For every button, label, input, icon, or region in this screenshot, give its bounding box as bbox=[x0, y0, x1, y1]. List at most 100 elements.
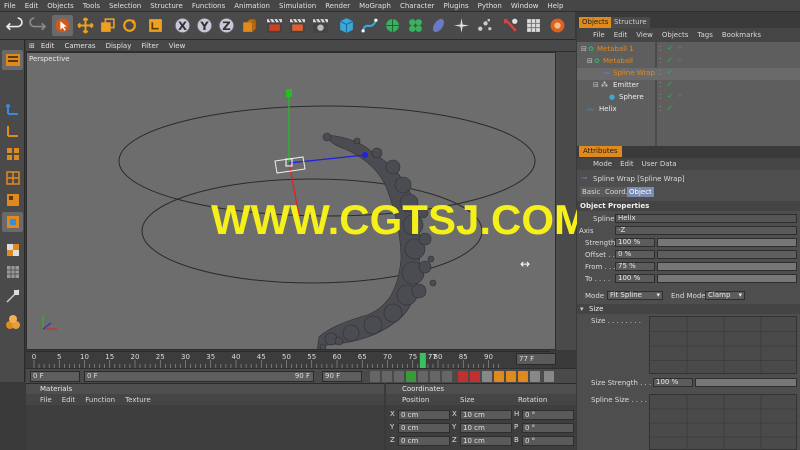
sculpt-button[interactable] bbox=[2, 312, 23, 332]
cube-object-button[interactable] bbox=[336, 15, 357, 36]
pos-x-field[interactable]: 0 cm bbox=[398, 410, 450, 420]
prev-key-button[interactable] bbox=[382, 371, 392, 382]
menu-simulation[interactable]: Simulation bbox=[279, 2, 316, 10]
menu-render[interactable]: Render bbox=[325, 2, 350, 10]
coordinate-system-button[interactable] bbox=[238, 15, 259, 36]
menu-edit[interactable]: Edit bbox=[25, 2, 39, 10]
recent-tools-button[interactable] bbox=[145, 15, 166, 36]
size-z-field[interactable]: 10 cm bbox=[460, 436, 512, 446]
materials-menu-edit[interactable]: Edit bbox=[62, 396, 76, 404]
materials-menu-texture[interactable]: Texture bbox=[125, 396, 151, 404]
viewport-menu-cameras[interactable]: Cameras bbox=[64, 42, 95, 50]
z-axis-grip[interactable] bbox=[362, 152, 368, 158]
y-axis-lock-button[interactable]: Y bbox=[194, 15, 215, 36]
menu-window[interactable]: Window bbox=[511, 2, 539, 10]
camera-object-button[interactable] bbox=[500, 15, 521, 36]
rotate-tool-button[interactable] bbox=[119, 15, 140, 36]
enabled-check-icon[interactable]: ✓ bbox=[667, 80, 673, 88]
playhead-marker[interactable] bbox=[419, 353, 426, 368]
viewport-menu-edit[interactable]: Edit bbox=[41, 42, 55, 50]
nurbs-object-button[interactable] bbox=[382, 15, 403, 36]
strength-slider[interactable] bbox=[657, 238, 797, 247]
next-key-button[interactable] bbox=[430, 371, 440, 382]
render-picture-viewer-button[interactable] bbox=[287, 15, 308, 36]
menu-tools[interactable]: Tools bbox=[83, 2, 100, 10]
edges-mode-button[interactable] bbox=[2, 120, 23, 140]
viewport-menu-filter[interactable]: Filter bbox=[141, 42, 158, 50]
menu-plugins[interactable]: Plugins bbox=[444, 2, 469, 10]
uv-points-button[interactable] bbox=[2, 168, 23, 188]
menu-functions[interactable]: Functions bbox=[192, 2, 225, 10]
move-tool-button[interactable] bbox=[75, 15, 96, 36]
to-field[interactable]: 100 % bbox=[615, 274, 655, 283]
visibility-dots[interactable]: ⁚ bbox=[659, 45, 661, 53]
attr-menu-user-data[interactable]: User Data bbox=[642, 160, 677, 168]
undo-button[interactable] bbox=[4, 15, 25, 36]
prev-frame-button[interactable] bbox=[394, 371, 404, 382]
scene-object-button[interactable] bbox=[451, 15, 472, 36]
visibility-dots[interactable]: ⁚ bbox=[659, 93, 661, 101]
current-frame-field[interactable]: 77 F bbox=[516, 353, 556, 365]
points-mode-button[interactable] bbox=[2, 98, 23, 118]
timeline-ruler[interactable]: 0 5 10 15 20 25 30 35 40 45 50 55 60 65 70 75 80 85 90 77 bbox=[26, 351, 550, 369]
attr-menu-mode[interactable]: Mode bbox=[593, 160, 612, 168]
size-strength-slider[interactable] bbox=[695, 378, 797, 387]
tree-item-emitter[interactable]: ⊟ ⁂ Emitter ⁚ ✓ bbox=[577, 80, 800, 92]
visibility-dots[interactable]: ⁚ bbox=[659, 57, 661, 65]
tab-structure[interactable]: Structure bbox=[611, 17, 650, 28]
enabled-check-icon[interactable]: ✓ bbox=[667, 92, 673, 100]
materials-panel[interactable] bbox=[26, 405, 384, 450]
om-menu-view[interactable]: View bbox=[636, 31, 653, 39]
play-button[interactable] bbox=[406, 371, 416, 382]
tag-icon[interactable]: ⁘ bbox=[677, 44, 683, 52]
tag-icon[interactable]: ⁘ bbox=[677, 56, 683, 64]
materials-menu-file[interactable]: File bbox=[40, 396, 52, 404]
spline-size-graph[interactable] bbox=[649, 394, 798, 450]
render-settings-button[interactable] bbox=[310, 15, 331, 36]
spline-object-button[interactable] bbox=[359, 15, 380, 36]
workplane-button[interactable] bbox=[2, 262, 23, 282]
tree-item-metaball[interactable]: ⊟ ✿ Metaball ⁚ ✓ ⁘ bbox=[577, 56, 800, 68]
tag-icon[interactable]: ⁘ bbox=[677, 92, 683, 100]
y-axis-grip[interactable] bbox=[286, 89, 292, 97]
size-strength-field[interactable]: 100 % bbox=[653, 378, 693, 387]
menu-mograph[interactable]: MoGraph bbox=[359, 2, 391, 10]
environment-object-button[interactable] bbox=[474, 15, 495, 36]
autokey-button[interactable] bbox=[470, 371, 480, 382]
size-section-header[interactable]: ▾ Size bbox=[577, 304, 800, 314]
visibility-dots[interactable]: ⁚ bbox=[659, 105, 661, 113]
rot-b-field[interactable]: 0 ° bbox=[522, 436, 574, 446]
size-spline-graph[interactable] bbox=[649, 316, 798, 375]
enabled-check-icon[interactable]: ✓ bbox=[667, 68, 673, 76]
size-y-field[interactable]: 10 cm bbox=[460, 423, 512, 433]
attributes-tab[interactable]: Attributes bbox=[579, 146, 622, 157]
start-frame-field[interactable]: 0 F bbox=[30, 371, 80, 382]
enabled-check-icon[interactable]: ✓ bbox=[667, 104, 673, 112]
polygons-mode-button[interactable] bbox=[2, 144, 23, 164]
tree-item-sphere[interactable]: ● Sphere ⁚ ✓ ⁘ bbox=[577, 92, 800, 104]
position-key-button[interactable] bbox=[494, 371, 504, 382]
spline-link-field[interactable]: Helix bbox=[615, 214, 797, 223]
rot-h-field[interactable]: 0 ° bbox=[522, 410, 574, 420]
timeline-options-button[interactable] bbox=[544, 371, 554, 382]
end-frame-field[interactable]: 90 F bbox=[322, 371, 362, 382]
rot-p-field[interactable]: 0 ° bbox=[522, 423, 574, 433]
offset-slider[interactable] bbox=[657, 250, 797, 259]
deformer-object-button[interactable] bbox=[428, 15, 449, 36]
offset-field[interactable]: 0 % bbox=[615, 250, 655, 259]
axis-dropdown[interactable]: -Z bbox=[615, 226, 797, 235]
param-key-button[interactable] bbox=[530, 371, 540, 382]
strength-field[interactable]: 100 % bbox=[615, 238, 655, 247]
om-menu-bookmarks[interactable]: Bookmarks bbox=[722, 31, 761, 39]
rotation-key-button[interactable] bbox=[506, 371, 516, 382]
menu-selection[interactable]: Selection bbox=[109, 2, 141, 10]
om-menu-file[interactable]: File bbox=[593, 31, 605, 39]
materials-menu-function[interactable]: Function bbox=[85, 396, 115, 404]
python-button[interactable] bbox=[547, 15, 568, 36]
from-slider[interactable] bbox=[657, 262, 797, 271]
enabled-check-icon[interactable]: ✓ bbox=[667, 56, 673, 64]
menu-help[interactable]: Help bbox=[547, 2, 563, 10]
pos-y-field[interactable]: 0 cm bbox=[398, 423, 450, 433]
attr-menu-edit[interactable]: Edit bbox=[620, 160, 634, 168]
x-axis-lock-button[interactable]: X bbox=[172, 15, 193, 36]
